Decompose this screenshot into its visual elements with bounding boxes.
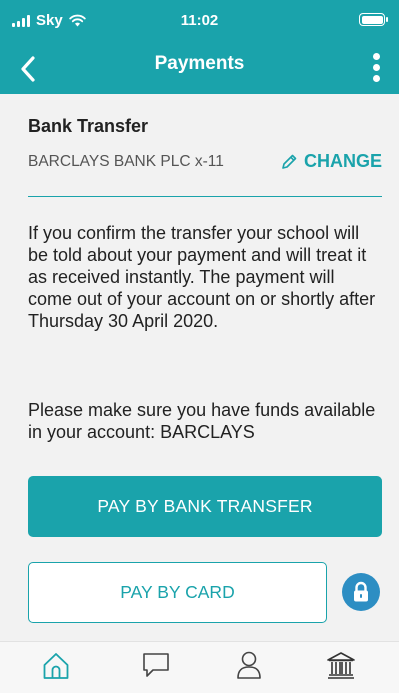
transfer-info-text: If you confirm the transfer your school … (28, 223, 376, 331)
tab-profile[interactable] (226, 650, 272, 693)
page-title: Payments (154, 53, 245, 74)
home-icon (43, 653, 69, 679)
payment-method-title: Bank Transfer (28, 116, 149, 136)
divider (28, 196, 382, 197)
dot-icon (372, 63, 380, 71)
bank-account-label: BARCLAYS BANK PLC x-11 (28, 153, 224, 170)
tab-bank[interactable] (318, 650, 364, 693)
battery-icon (359, 13, 388, 26)
tab-home[interactable] (33, 650, 79, 693)
dot-icon (372, 52, 380, 60)
bank-account-row: BARCLAYS BANK PLC x-11 CHANGE (28, 151, 382, 175)
tab-messages[interactable] (133, 650, 179, 693)
profile-icon (237, 651, 261, 679)
tab-bar (0, 641, 399, 693)
header: Sky 11:02 Payments (0, 0, 399, 94)
funds-notice-text: Please make sure you have funds availabl… (28, 400, 376, 442)
pencil-icon (282, 154, 297, 169)
pay-by-bank-transfer-button[interactable]: PAY BY BANK TRANSFER (28, 476, 382, 537)
nav-bar: Payments (0, 44, 399, 94)
dot-icon (372, 74, 380, 82)
bank-icon (327, 652, 355, 679)
change-button[interactable]: CHANGE (280, 151, 382, 172)
security-lock-button[interactable] (342, 573, 380, 611)
clock: 11:02 (180, 12, 219, 29)
more-options-button[interactable] (361, 46, 391, 88)
change-label: CHANGE (303, 151, 382, 171)
chat-icon (143, 653, 169, 677)
status-bar: Sky 11:02 (0, 0, 399, 44)
lock-icon (354, 581, 368, 602)
pay-by-card-button[interactable]: PAY BY CARD (28, 562, 327, 623)
